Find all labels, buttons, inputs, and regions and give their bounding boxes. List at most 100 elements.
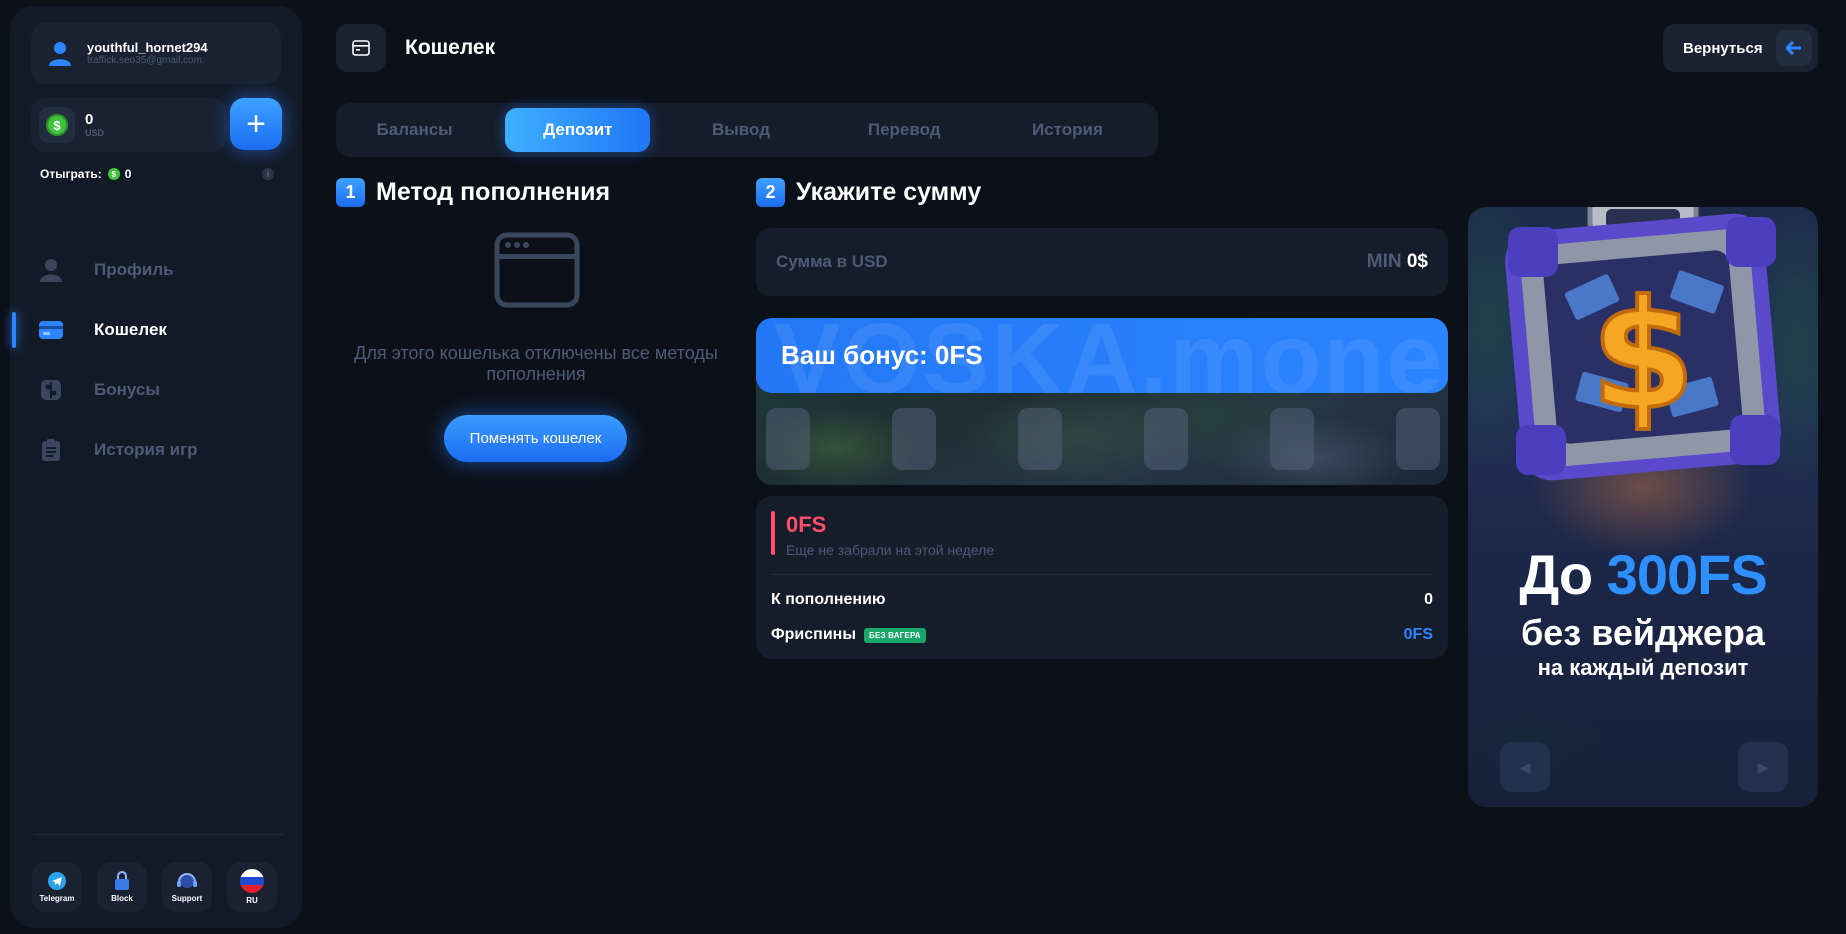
tab-deposit[interactable]: Депозит xyxy=(505,108,651,152)
bonus-banner: VOSKA.mone Ваш бонус: 0FS xyxy=(756,318,1448,393)
telegram-icon xyxy=(48,872,66,890)
tab-transfer[interactable]: Перевод xyxy=(832,108,977,152)
russia-flag-icon xyxy=(240,869,264,893)
card-icon xyxy=(352,40,370,56)
social-label: RU xyxy=(246,896,258,905)
sidebar-item-label: Кошелек xyxy=(94,320,167,339)
step1-number: 1 xyxy=(336,178,365,207)
bonus-slots xyxy=(766,408,1440,470)
wager-label: Отыграть: xyxy=(40,167,102,181)
sidebar-item-profile[interactable]: Профиль xyxy=(10,240,302,300)
svg-text:$: $ xyxy=(1591,269,1695,443)
bonus-slot xyxy=(1396,408,1440,470)
page-title: Кошелек xyxy=(405,36,496,59)
social-label: Telegram xyxy=(39,894,75,903)
bonus-text: Ваш бонус: 0FS xyxy=(781,340,983,370)
lock-icon xyxy=(115,871,129,890)
bonus-slot xyxy=(766,408,810,470)
tab-balances[interactable]: Балансы xyxy=(342,108,487,152)
wager-value: 0 xyxy=(124,167,132,181)
deposit-total-label: К пополнению xyxy=(771,591,886,608)
min-value: 0$ xyxy=(1406,251,1428,272)
social-links: Telegram Block Support RU xyxy=(32,862,277,912)
no-methods-message: Для этого кошелька отключены все методы … xyxy=(354,343,718,384)
summary-divider xyxy=(771,574,1433,575)
deposit-total-row: К пополнению 0 xyxy=(771,591,1433,609)
step1-title: Метод пополнения xyxy=(376,178,611,206)
sidebar-nav: Профиль Кошелек Бонусы История игр xyxy=(10,240,302,480)
tab-history[interactable]: История xyxy=(995,108,1140,152)
username: youthful_hornet294 xyxy=(87,39,208,55)
chevron-right-icon: ▶ xyxy=(1757,758,1769,775)
back-button[interactable]: Вернуться xyxy=(1663,24,1818,72)
min-amount: MIN 0$ xyxy=(1367,251,1428,273)
deposit-total-value: 0 xyxy=(1424,591,1433,608)
promo-headline-accent: 300FS xyxy=(1606,543,1768,606)
telegram-link[interactable]: Telegram xyxy=(32,862,82,912)
promo-next-button[interactable]: ▶ xyxy=(1738,742,1788,792)
sidebar-divider xyxy=(34,834,284,835)
user-icon xyxy=(38,257,64,283)
min-label: MIN xyxy=(1366,251,1402,272)
bonus-slot xyxy=(892,408,936,470)
sidebar-item-game-history[interactable]: История игр xyxy=(10,420,302,480)
bonus-slot xyxy=(1144,408,1188,470)
freespins-value: 0FS xyxy=(1403,626,1433,643)
amount-field: MIN 0$ xyxy=(756,228,1448,296)
sidebar-item-label: Бонусы xyxy=(94,380,160,399)
sidebar: youthful_hornet294 traffick.seo35@gmail.… xyxy=(10,6,302,928)
add-funds-button[interactable]: + xyxy=(230,98,282,150)
back-button-label: Вернуться xyxy=(1683,39,1763,57)
freespins-label: Фриспины xyxy=(771,626,856,643)
money-case-icon: $ xyxy=(1505,207,1781,481)
wallet-tabs: Балансы Депозит Вывод Перевод История xyxy=(336,103,1158,157)
freespin-indicator-bar xyxy=(771,511,775,555)
chevron-left-icon: ◀ xyxy=(1519,758,1531,775)
user-avatar-icon xyxy=(49,42,71,66)
block-link[interactable]: Block xyxy=(97,862,147,912)
step2-number: 2 xyxy=(756,178,785,207)
promo-subheadline: без вейджера xyxy=(1521,612,1765,653)
gift-icon xyxy=(38,377,64,403)
info-icon[interactable]: i xyxy=(262,168,274,180)
wallet-icon xyxy=(38,317,64,343)
social-label: Block xyxy=(111,894,133,903)
sidebar-item-wallet[interactable]: Кошелек xyxy=(10,300,302,360)
wager-row: Отыграть: $ 0 i xyxy=(40,166,282,182)
step2-heading: 2 Укажите сумму xyxy=(756,178,981,207)
dollar-coin-icon: $ xyxy=(39,107,75,143)
weekly-freespins-note: Еще не забрали на этой неделе xyxy=(786,542,995,558)
balance-card[interactable]: $ 0 USD xyxy=(31,98,226,152)
promo-headline: До 300FS xyxy=(1468,542,1818,607)
clipboard-icon xyxy=(38,437,64,463)
user-card[interactable]: youthful_hornet294 traffick.seo35@gmail.… xyxy=(31,22,281,84)
user-email: traffick.seo35@gmail.com xyxy=(87,54,203,66)
browser-window-icon xyxy=(494,232,580,308)
balance-currency: USD xyxy=(85,127,105,138)
headset-icon xyxy=(177,873,197,888)
support-link[interactable]: Support xyxy=(162,862,212,912)
sidebar-item-bonuses[interactable]: Бонусы xyxy=(10,360,302,420)
bonus-card: VOSKA.mone Ваш бонус: 0FS xyxy=(756,318,1448,485)
sidebar-item-label: Профиль xyxy=(94,260,174,279)
wallet-header-button[interactable] xyxy=(336,24,386,72)
balance-value: 0 xyxy=(85,110,94,128)
promo-caption: на каждый депозит xyxy=(1537,655,1749,680)
step2-title: Укажите сумму xyxy=(796,178,982,206)
arrow-left-icon xyxy=(1776,30,1812,66)
promo-banner[interactable]: $ До 300FS без вейджера на каждый депози… xyxy=(1468,207,1818,807)
bonus-slot xyxy=(1018,408,1062,470)
promo-headline-prefix: До xyxy=(1519,543,1593,606)
step1-heading: 1 Метод пополнения xyxy=(336,178,610,207)
promo-prev-button[interactable]: ◀ xyxy=(1500,742,1550,792)
no-wager-badge: БЕЗ ВАГЕРА xyxy=(864,627,926,643)
weekly-freespins-value: 0FS xyxy=(786,512,827,537)
language-switch[interactable]: RU xyxy=(227,862,277,912)
social-label: Support xyxy=(171,894,203,903)
freespins-row: Фриспины БЕЗ ВАГЕРА 0FS xyxy=(771,626,1433,644)
bonus-slot xyxy=(1270,408,1314,470)
deposit-summary: 0FS Еще не забрали на этой неделе К попо… xyxy=(756,496,1448,659)
amount-input[interactable] xyxy=(776,252,1176,272)
change-wallet-button[interactable]: Поменять кошелек xyxy=(444,415,627,462)
tab-withdraw[interactable]: Вывод xyxy=(668,108,813,152)
